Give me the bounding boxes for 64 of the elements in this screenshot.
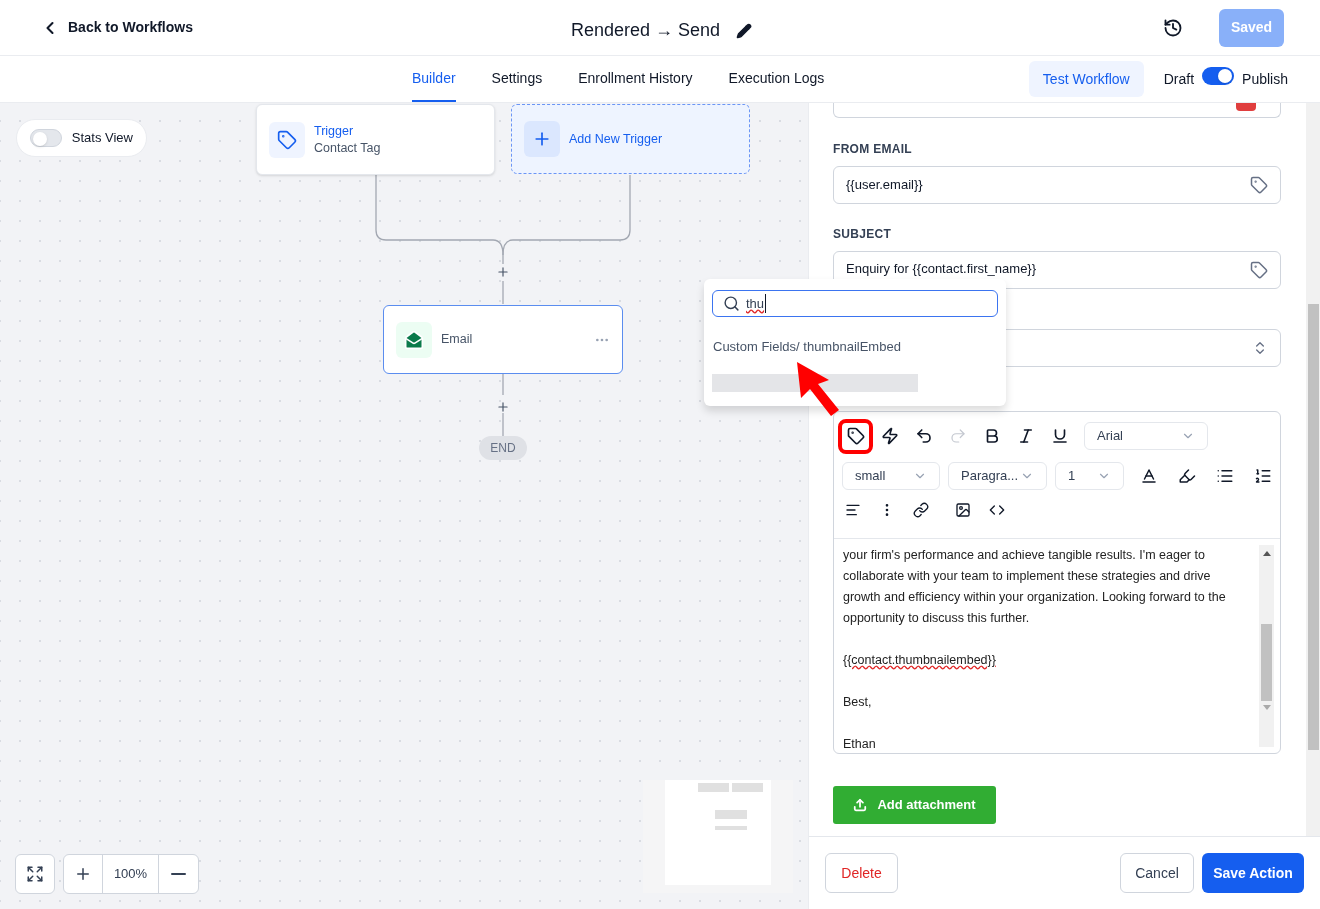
add-step-icon[interactable]: [496, 265, 510, 279]
add-trigger-card[interactable]: Add New Trigger: [511, 104, 750, 174]
end-marker: END: [479, 436, 527, 460]
email-body-text: Best,: [843, 694, 873, 711]
scrollbar-thumb[interactable]: [1261, 624, 1272, 701]
search-field[interactable]: thu: [712, 290, 998, 317]
text-color-icon[interactable]: [1140, 467, 1158, 485]
trigger-card[interactable]: Trigger Contact Tag: [256, 104, 495, 175]
tag-icon: [269, 121, 305, 158]
tab[interactable]: Settings: [491, 56, 543, 102]
zoom-level: 100%: [103, 855, 159, 893]
test-workflow-button[interactable]: Test Workflow: [1028, 61, 1144, 97]
search-icon: [723, 295, 740, 312]
tab[interactable]: Enrollment History: [578, 56, 693, 102]
plus-icon: [74, 865, 92, 883]
sender-name-field[interactable]: [833, 103, 1281, 118]
minus-icon: [171, 873, 186, 875]
stats-view-toggle[interactable]: [30, 129, 62, 147]
publish-toggle[interactable]: [1202, 66, 1235, 85]
tab[interactable]: Execution Logs: [728, 56, 825, 102]
block-format-select[interactable]: Paragra...: [948, 462, 1047, 490]
fit-view-button[interactable]: [15, 854, 55, 894]
cancel-button[interactable]: Cancel: [1120, 853, 1194, 893]
field-label: FROM EMAIL: [833, 141, 913, 158]
font-select[interactable]: Arial: [1084, 422, 1208, 450]
annotation-arrow: [795, 360, 841, 418]
align-left-icon[interactable]: [845, 502, 861, 518]
email-body-text: {{contact.thumbnailembed}}: [843, 652, 996, 669]
connector-line: [502, 373, 504, 396]
scrollbar-thumb[interactable]: [1307, 304, 1319, 750]
field-option[interactable]: Custom Fields/ thumbnailEmbed: [712, 337, 998, 357]
draft-label: Draft: [1163, 69, 1195, 89]
back-link[interactable]: Back to Workflows: [40, 17, 193, 38]
email-body-text: your firm's performance and achieve tangible results. I'm eager to collaborate with your team to implement these strategies and drive growth and efficiency within your organization. Looking forward to the opportunity to discuss this further.: [843, 547, 1227, 627]
connector-line: [502, 412, 504, 438]
trigger-title: Trigger: [314, 122, 355, 140]
edit-icon[interactable]: [736, 22, 753, 39]
add-step-icon[interactable]: [496, 400, 510, 414]
highlighter-icon[interactable]: [1178, 467, 1196, 485]
scroll-up-icon[interactable]: [1262, 551, 1271, 556]
link-icon[interactable]: [913, 502, 929, 518]
publish-label: Publish: [1242, 69, 1288, 89]
connector-line: [502, 280, 504, 305]
line-height-select[interactable]: 1: [1055, 462, 1124, 490]
numbered-list-icon[interactable]: [1254, 467, 1272, 485]
from-email-field[interactable]: {{user.email}}: [833, 166, 1281, 204]
workflow-title: Rendered → Send: [571, 19, 721, 42]
expand-icon: [26, 865, 44, 883]
bullet-list-icon[interactable]: [1216, 467, 1234, 485]
history-icon[interactable]: [1163, 17, 1183, 38]
trigger-subtitle: Contact Tag: [314, 139, 381, 157]
font-size-select[interactable]: small: [842, 462, 940, 490]
save-action-button[interactable]: Save Action: [1202, 853, 1304, 893]
plus-icon: [524, 121, 560, 157]
color-swatch: [1236, 103, 1256, 111]
stats-view-control[interactable]: Stats View: [16, 119, 147, 157]
envelope-icon: [396, 321, 432, 358]
field-label: SUBJECT: [833, 226, 893, 243]
code-icon[interactable]: [989, 502, 1005, 518]
upload-icon: [853, 798, 868, 812]
image-icon[interactable]: [955, 502, 971, 518]
email-body-text: Ethan: [843, 736, 877, 753]
delete-button[interactable]: Delete: [825, 853, 898, 893]
email-node[interactable]: Email: [383, 305, 623, 374]
